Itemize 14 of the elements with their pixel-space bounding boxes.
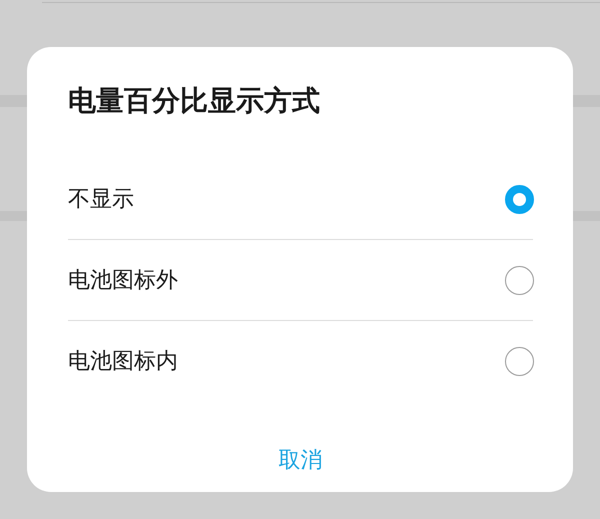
radio-button[interactable] bbox=[505, 184, 534, 214]
radio-option[interactable]: 电池图标内 bbox=[68, 320, 533, 401]
dialog-title: 电量百分比显示方式 bbox=[68, 83, 320, 119]
option-label: 电池图标内 bbox=[68, 348, 178, 376]
section-gap bbox=[0, 211, 27, 221]
option-label: 电池图标外 bbox=[68, 267, 178, 295]
radio-button[interactable] bbox=[505, 266, 534, 294]
section-gap bbox=[573, 95, 600, 107]
section-gap bbox=[573, 211, 600, 221]
radio-option[interactable]: 电池图标外 bbox=[68, 239, 533, 320]
radio-option[interactable]: 不显示 bbox=[68, 159, 533, 239]
radio-button[interactable] bbox=[505, 346, 534, 376]
option-label: 不显示 bbox=[68, 186, 134, 214]
section-gap bbox=[0, 95, 27, 107]
